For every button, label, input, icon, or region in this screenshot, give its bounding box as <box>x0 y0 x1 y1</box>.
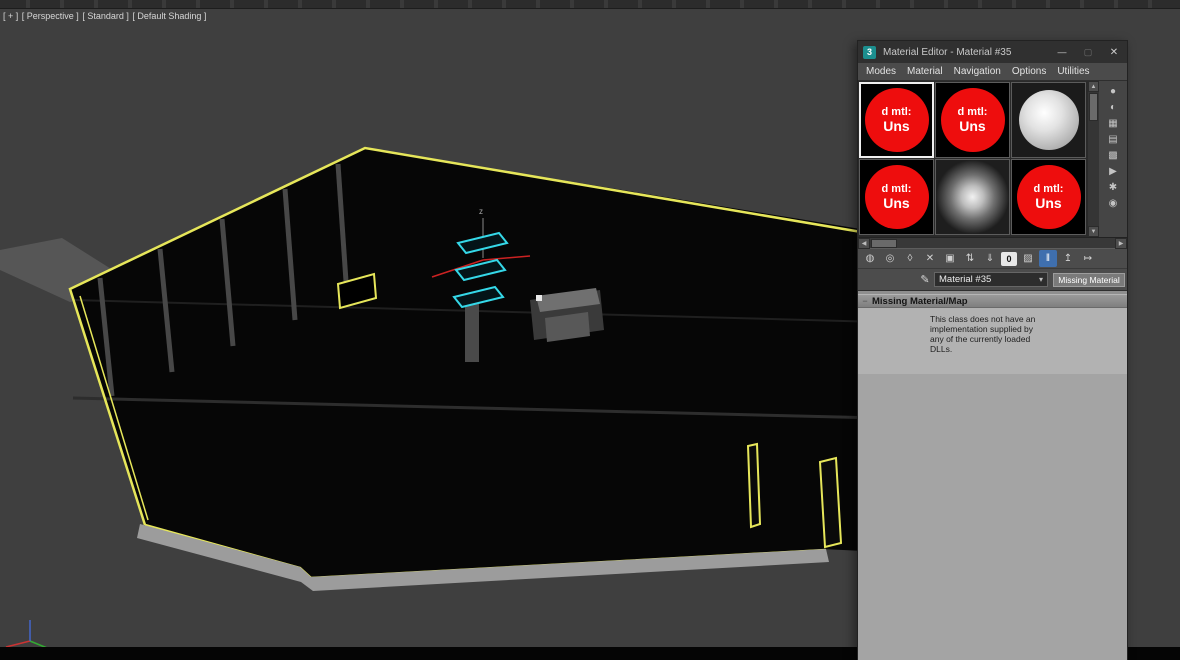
go-to-parent-icon[interactable]: ↥ <box>1059 250 1077 267</box>
menu-options[interactable]: Options <box>1012 66 1046 77</box>
viewport-shading-menu[interactable]: [ Default Shading ] <box>132 11 206 21</box>
material-name-value: Material #35 <box>939 274 992 285</box>
application-window: z [ + ] [ Perspective ] [ Standard ] [ D… <box>0 0 1180 660</box>
material-slot-4[interactable]: d mtl: Uns <box>859 159 934 235</box>
material-editor-titlebar[interactable]: 3 Material Editor - Material #35 — ▢ ✕ <box>858 41 1127 63</box>
sample-type-icon[interactable]: ● <box>1103 83 1123 99</box>
scroll-up-icon[interactable]: ▲ <box>1088 81 1099 92</box>
sample-slot-grid: d mtl: Uns d mtl: Uns d mtl: Uns d mtl: … <box>858 81 1088 237</box>
material-type-button[interactable]: Missing Material <box>1053 272 1125 287</box>
slot-side-tools: ▲ ▼ ● ◐ ▦ ▤ ▩ ▶ ✱ ◉ <box>1088 81 1127 237</box>
reset-map-icon[interactable]: ✕ <box>921 250 939 267</box>
rollout-empty-area <box>858 374 1127 660</box>
put-to-library-icon[interactable]: ⇓ <box>981 250 999 267</box>
chevron-down-icon: ▾ <box>1038 275 1043 284</box>
selected-shelves[interactable] <box>452 231 509 309</box>
sample-uv-tiling-icon[interactable]: ▤ <box>1103 131 1123 147</box>
viewport-pov-menu[interactable]: [ Perspective ] <box>22 11 79 21</box>
scroll-down-icon[interactable]: ▼ <box>1088 226 1099 237</box>
material-editor-lower: − Missing Material/Map This class does n… <box>858 291 1127 660</box>
missing-material-preview: d mtl: Uns <box>940 88 1005 152</box>
material-toolbar: ◍ ◎ ◊ ✕ ▣ ⇅ ⇓ 0 ▨ ‖ ↥ ↦ <box>858 248 1127 269</box>
background-icon[interactable]: ▦ <box>1103 115 1123 131</box>
options-icon[interactable]: ✱ <box>1103 179 1123 195</box>
viewport-label: [ + ] [ Perspective ] [ Standard ] [ Def… <box>3 11 207 21</box>
material-editor-menubar: Modes Material Navigation Options Utilit… <box>858 63 1127 81</box>
material-name-row: ✎ Material #35 ▾ Missing Material <box>858 269 1127 291</box>
scroll-right-icon[interactable]: ▶ <box>1115 237 1127 249</box>
material-slot-1[interactable]: d mtl: Uns <box>859 82 934 158</box>
menu-modes[interactable]: Modes <box>866 66 896 77</box>
missing-material-preview: d mtl: Uns <box>864 165 929 229</box>
sample-tools-column: ● ◐ ▦ ▤ ▩ ▶ ✱ ◉ <box>1099 81 1127 237</box>
sphere-preview <box>1018 90 1079 150</box>
pick-material-eyedropper-icon[interactable]: ✎ <box>916 273 934 286</box>
material-name-dropdown[interactable]: Material #35 ▾ <box>934 272 1048 287</box>
world-axis-gizmo <box>5 620 53 651</box>
scroll-left-icon[interactable]: ◀ <box>858 237 870 249</box>
door-frame-1 <box>746 442 762 529</box>
minimize-button[interactable]: — <box>1049 41 1075 63</box>
menu-material[interactable]: Material <box>907 66 943 77</box>
backlight-icon[interactable]: ◐ <box>1103 99 1123 115</box>
go-forward-to-sibling-icon[interactable]: ↦ <box>1079 250 1097 267</box>
material-slot-3[interactable] <box>1011 82 1086 158</box>
sample-slots-area: d mtl: Uns d mtl: Uns d mtl: Uns d mtl: … <box>858 81 1127 237</box>
app-icon: 3 <box>863 45 876 59</box>
assign-material-to-selection-icon[interactable]: ◊ <box>901 250 919 267</box>
make-material-copy-icon[interactable]: ▣ <box>941 250 959 267</box>
select-by-material-icon[interactable]: ◉ <box>1103 195 1123 211</box>
rollout-title: Missing Material/Map <box>872 295 968 307</box>
show-shaded-material-icon[interactable]: ▨ <box>1019 250 1037 267</box>
svg-text:z: z <box>479 207 483 216</box>
close-button[interactable]: ✕ <box>1101 41 1127 63</box>
window-title: Material Editor - Material #35 <box>883 46 1012 58</box>
material-editor-window: 3 Material Editor - Material #35 — ▢ ✕ M… <box>857 40 1128 660</box>
show-end-result-icon[interactable]: ‖ <box>1039 250 1057 267</box>
scrollbar-thumb[interactable] <box>871 238 897 248</box>
rollout-text-line: any of the currently loaded <box>930 334 1031 344</box>
viewport-general-menu[interactable]: [ + ] <box>3 11 18 21</box>
get-material-icon[interactable]: ◍ <box>861 250 879 267</box>
slot-vertical-scrollbar[interactable]: ▲ ▼ <box>1088 81 1099 237</box>
material-slot-6[interactable]: d mtl: Uns <box>1011 159 1086 235</box>
scrollbar-thumb[interactable] <box>1089 93 1098 121</box>
material-slot-5[interactable] <box>935 159 1010 235</box>
viewport-renderer-menu[interactable]: [ Standard ] <box>82 11 129 21</box>
slot-horizontal-scrollbar[interactable]: ◀ ▶ <box>858 237 1127 249</box>
make-unique-icon[interactable]: ⇅ <box>961 250 979 267</box>
missing-material-preview: d mtl: Uns <box>1016 165 1081 229</box>
missing-material-rollout-body: This class does not have an implementati… <box>858 308 1127 374</box>
rollout-collapse-icon: − <box>862 296 868 306</box>
rollout-text-line: implementation supplied by <box>930 324 1034 334</box>
missing-material-preview: d mtl: Uns <box>864 88 929 152</box>
missing-material-rollout-header[interactable]: − Missing Material/Map <box>858 294 1127 308</box>
material-slot-2[interactable]: d mtl: Uns <box>935 82 1010 158</box>
video-color-check-icon[interactable]: ▩ <box>1103 147 1123 163</box>
put-material-to-scene-icon[interactable]: ◎ <box>881 250 899 267</box>
rollout-text-line: DLLs. <box>930 344 953 354</box>
material-id-channel-icon[interactable]: 0 <box>1001 251 1017 266</box>
rollout-text-line: This class does not have an <box>930 314 1036 324</box>
maximize-button[interactable]: ▢ <box>1075 41 1101 63</box>
menu-utilities[interactable]: Utilities <box>1057 66 1089 77</box>
make-preview-icon[interactable]: ▶ <box>1103 163 1123 179</box>
room-walls <box>70 148 885 578</box>
menu-navigation[interactable]: Navigation <box>954 66 1001 77</box>
